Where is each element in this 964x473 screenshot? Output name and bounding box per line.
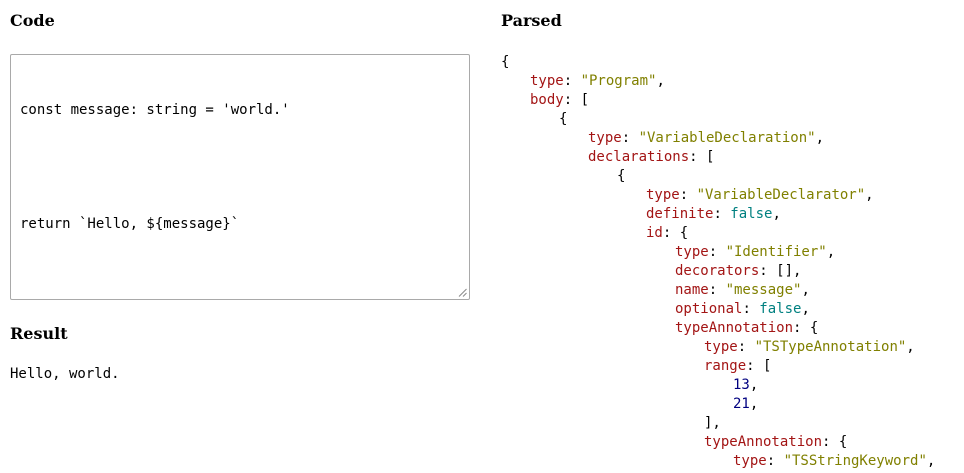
- json-punctuation: : [: [689, 149, 715, 165]
- playground-page: Code const message: string = 'world.' re…: [0, 0, 964, 473]
- code-line: return `Hello, ${message}`: [20, 216, 240, 232]
- json-string-value: "Program": [580, 73, 657, 89]
- json-line: id: {: [501, 224, 964, 243]
- json-punctuation: :: [737, 339, 755, 355]
- json-punctuation: :: [563, 73, 581, 89]
- json-line: type: "TSStringKeyword",: [501, 452, 964, 471]
- json-line: definite: false,: [501, 205, 964, 224]
- json-punctuation: : [],: [759, 263, 802, 279]
- json-punctuation: : [: [746, 358, 772, 374]
- json-line: type: "VariableDeclaration",: [501, 129, 964, 148]
- json-string-value: "TSTypeAnnotation": [754, 339, 907, 355]
- json-punctuation: : {: [662, 225, 689, 241]
- code-editor[interactable]: const message: string = 'world.' return …: [10, 54, 470, 300]
- json-string-value: "TSStringKeyword": [783, 453, 927, 469]
- json-key: type: [646, 187, 680, 203]
- json-line: decorators: [],: [501, 262, 964, 281]
- json-punctuation: :: [679, 187, 697, 203]
- json-line: typeAnnotation: {: [501, 319, 964, 338]
- result-heading: Result: [10, 324, 68, 343]
- json-line: type: "Program",: [501, 72, 964, 91]
- json-punctuation: ],: [704, 415, 721, 431]
- json-line: type: "VariableDeclarator",: [501, 186, 964, 205]
- json-punctuation: ,: [749, 377, 759, 393]
- json-punctuation: :: [713, 206, 731, 222]
- json-line: name: "message",: [501, 281, 964, 300]
- parsed-heading: Parsed: [501, 11, 562, 30]
- json-punctuation: : [: [563, 92, 590, 108]
- json-key: declarations: [588, 149, 690, 165]
- json-punctuation: ,: [815, 130, 825, 146]
- json-line: range: [: [501, 357, 964, 376]
- json-punctuation: :: [742, 301, 760, 317]
- json-punctuation: ,: [749, 396, 759, 412]
- json-key: typeAnnotation: [675, 320, 794, 336]
- parsed-ast-view: {type: "Program", body: [{type: "Variable…: [501, 53, 964, 473]
- json-line: 21,: [501, 395, 964, 414]
- result-output: Hello, world.: [10, 366, 120, 382]
- json-punctuation: :: [766, 453, 784, 469]
- json-punctuation: ,: [906, 339, 915, 355]
- json-punctuation: {: [501, 54, 510, 70]
- json-line: {: [501, 53, 964, 72]
- json-line: declarations: [: [501, 148, 964, 167]
- json-string-value: "Identifier": [725, 244, 827, 260]
- json-line: {: [501, 167, 964, 186]
- json-key: type: [675, 244, 709, 260]
- json-punctuation: ,: [656, 73, 665, 89]
- json-line: optional: false,: [501, 300, 964, 319]
- json-string-value: "message": [725, 282, 802, 298]
- json-string-value: "VariableDeclarator": [696, 187, 866, 203]
- json-line: type: "TSTypeAnnotation",: [501, 338, 964, 357]
- json-punctuation: {: [559, 111, 568, 127]
- json-key: typeAnnotation: [704, 434, 823, 450]
- json-line: {: [501, 110, 964, 129]
- json-key: decorators: [675, 263, 760, 279]
- json-punctuation: :: [708, 282, 726, 298]
- json-line: typeAnnotation: {: [501, 433, 964, 452]
- json-line: body: [: [501, 91, 964, 110]
- code-heading: Code: [10, 11, 55, 30]
- json-line: 13,: [501, 376, 964, 395]
- json-key: name: [675, 282, 709, 298]
- json-line: ],: [501, 414, 964, 433]
- json-key: range: [704, 358, 747, 374]
- json-punctuation: ,: [926, 453, 936, 469]
- json-key: type: [530, 73, 564, 89]
- json-key: body: [530, 92, 564, 108]
- code-line: const message: string = 'world.': [20, 102, 290, 118]
- json-punctuation: ,: [801, 282, 810, 298]
- json-punctuation: :: [708, 244, 726, 260]
- json-punctuation: : {: [822, 434, 848, 450]
- json-punctuation: {: [617, 168, 626, 184]
- json-punctuation: :: [621, 130, 639, 146]
- json-key: optional: [675, 301, 743, 317]
- json-punctuation: ,: [865, 187, 874, 203]
- resize-grip-icon[interactable]: [458, 288, 467, 297]
- json-number-value: 21: [733, 396, 750, 412]
- json-boolean-value: false: [730, 206, 773, 222]
- json-key: type: [733, 453, 767, 469]
- json-punctuation: ,: [826, 244, 836, 260]
- json-key: type: [588, 130, 622, 146]
- json-line: type: "Identifier",: [501, 243, 964, 262]
- json-punctuation: ,: [801, 301, 810, 317]
- json-boolean-value: false: [759, 301, 802, 317]
- json-key: type: [704, 339, 738, 355]
- json-key: id: [646, 225, 663, 241]
- json-number-value: 13: [733, 377, 750, 393]
- json-punctuation: ,: [772, 206, 781, 222]
- json-punctuation: : {: [793, 320, 819, 336]
- json-string-value: "VariableDeclaration": [638, 130, 816, 146]
- json-key: definite: [646, 206, 714, 222]
